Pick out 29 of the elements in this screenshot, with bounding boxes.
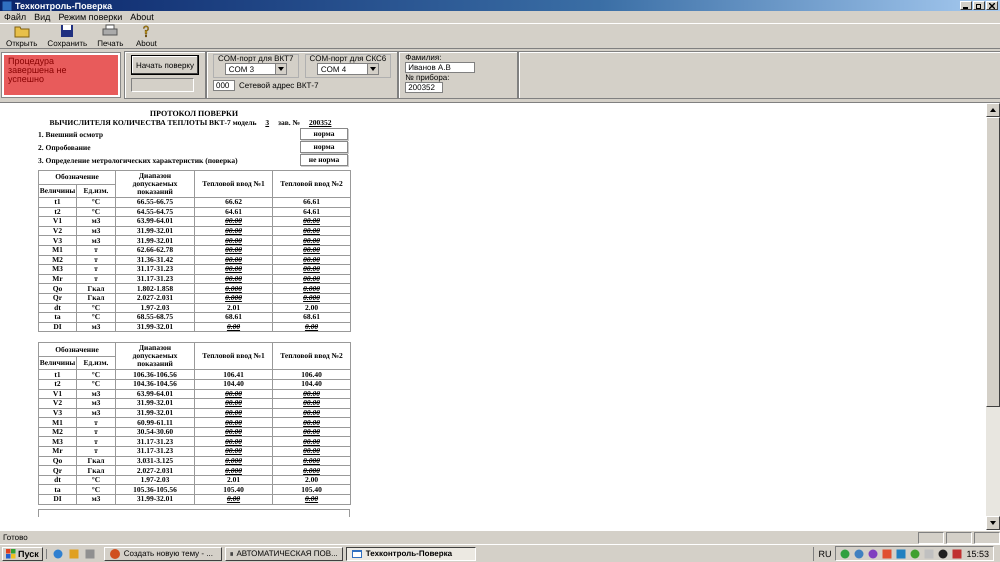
taskbar-button[interactable]: Создать новую тему - ... xyxy=(104,546,222,560)
toolbar-button[interactable]: Сохранить xyxy=(43,24,92,48)
protocol-title: ПРОТОКОЛ ПОВЕРКИ xyxy=(148,109,240,118)
start-button[interactable]: Пуск xyxy=(2,546,43,560)
status-bar-text: Готово xyxy=(3,533,29,542)
device-number-field[interactable]: 200352 xyxy=(405,82,444,93)
port-dropdown[interactable]: COM 3 xyxy=(224,63,287,75)
surname-field[interactable]: Иванов А.В xyxy=(405,62,476,73)
field-label: № прибора: xyxy=(405,73,450,82)
toolbar-button[interactable]: Печать xyxy=(93,24,128,48)
address-field[interactable]: 000 xyxy=(213,80,235,91)
field-label: COM-порт для ВКТ7 xyxy=(218,54,294,63)
language-indicator[interactable]: RU xyxy=(818,548,832,558)
field-label: COM-порт для СКС6 xyxy=(310,54,386,63)
field-label: Сетевой адрес ВКТ-7 xyxy=(239,81,319,90)
toolbar-button[interactable]: Открыть xyxy=(2,24,42,48)
status-message: Процедура завершена не успешно xyxy=(2,53,120,97)
port-dropdown[interactable]: COM 4 xyxy=(316,63,379,75)
menu-item[interactable]: Файл xyxy=(4,12,26,22)
toolbar-button[interactable]: About xyxy=(129,24,164,48)
menu-item[interactable]: Вид xyxy=(34,12,50,22)
taskbar-button[interactable]: АВТОМАТИЧЕСКАЯ ПОВ... xyxy=(224,546,343,560)
clock: 15:53 xyxy=(966,548,989,558)
taskbar-button[interactable]: Техконтроль-Поверка xyxy=(346,546,476,560)
start-button[interactable]: Начать поверку xyxy=(131,55,199,75)
field-label: Фамилия: xyxy=(405,53,442,62)
menu-item[interactable]: Режим поверки xyxy=(58,12,122,22)
window-title: Техконтроль-Поверка xyxy=(15,0,112,10)
menu-item[interactable]: About xyxy=(130,12,154,22)
